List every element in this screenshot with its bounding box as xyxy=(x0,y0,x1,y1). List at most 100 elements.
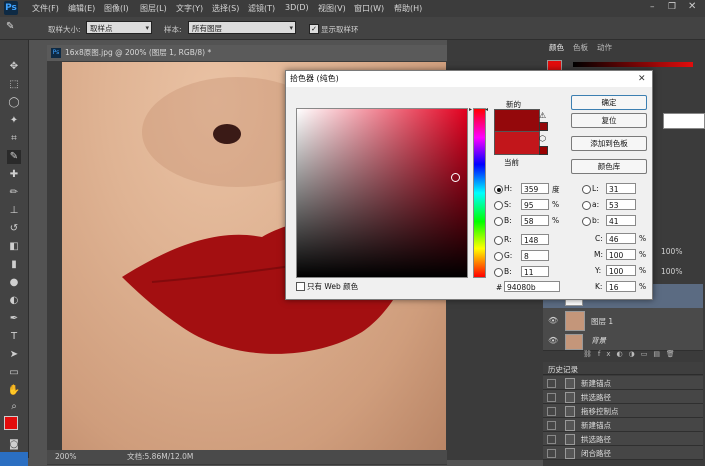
document-tab[interactable]: Ps 16x8原图.jpg @ 200% (图层 1, RGB/8) * xyxy=(47,45,447,61)
menu-window[interactable]: 窗口(W) xyxy=(354,3,384,14)
restore-icon[interactable]: ❐ xyxy=(668,2,676,12)
eraser-tool-icon[interactable]: ◧ xyxy=(7,240,21,254)
radio-l[interactable] xyxy=(582,185,591,194)
minimize-icon[interactable]: – xyxy=(650,2,655,12)
input-h[interactable]: 359 xyxy=(521,183,549,194)
input-c[interactable]: 46 xyxy=(606,233,636,244)
color-libraries-button[interactable]: 颜色库 xyxy=(571,159,647,174)
saturation-brightness-field[interactable] xyxy=(296,108,468,278)
input-l[interactable]: 31 xyxy=(606,183,636,194)
layer-row-background[interactable]: 👁 背景 xyxy=(543,332,703,351)
color-cursor[interactable] xyxy=(451,173,460,182)
clone-stamp-tool-icon[interactable]: ⊥ xyxy=(7,204,21,218)
web-safe-swatch[interactable] xyxy=(539,146,548,155)
close-icon[interactable]: ✕ xyxy=(688,1,696,12)
dodge-tool-icon[interactable]: ◐ xyxy=(7,294,21,308)
eyedropper-tool-icon[interactable]: ✎ xyxy=(7,150,21,164)
visibility-eye-icon[interactable]: 👁 xyxy=(548,316,558,325)
history-checkbox[interactable] xyxy=(547,407,556,416)
doc-size-info[interactable]: 文档:5.86M/12.0M xyxy=(127,450,193,464)
hand-tool-icon[interactable]: ✋ xyxy=(7,384,21,398)
radio-a[interactable] xyxy=(582,201,591,210)
history-item[interactable]: 新建锚点 xyxy=(543,376,703,390)
reset-button[interactable]: 复位 xyxy=(571,113,647,128)
layer-actions-bar[interactable]: ⛓fx◐◑▭▤🗑 xyxy=(583,350,703,360)
input-m[interactable]: 100 xyxy=(606,249,636,260)
lasso-tool-icon[interactable]: ◯ xyxy=(7,96,21,110)
web-only-checkbox[interactable] xyxy=(296,282,305,291)
radio-h[interactable] xyxy=(494,185,503,194)
radio-r[interactable] xyxy=(494,236,503,245)
hue-right-arrow-icon[interactable]: ◂ xyxy=(485,106,488,113)
marquee-tool-icon[interactable]: ⬚ xyxy=(7,78,21,92)
history-item[interactable]: 拱选路径 xyxy=(543,432,703,446)
history-tab[interactable]: 历史记录 xyxy=(548,364,578,375)
radio-lab-b[interactable] xyxy=(582,217,591,226)
hue-left-arrow-icon[interactable]: ▸ xyxy=(469,106,472,113)
web-safe-cube-icon[interactable]: ⬡ xyxy=(539,134,546,143)
history-checkbox[interactable] xyxy=(547,435,556,444)
history-item[interactable]: 拖移控制点 xyxy=(543,404,703,418)
history-item[interactable]: 拱选路径 xyxy=(543,390,703,404)
sample-size-select[interactable]: 取样点 xyxy=(86,21,152,35)
current-color-swatch[interactable] xyxy=(494,131,540,155)
hue-slider[interactable]: ▸ ◂ xyxy=(469,106,488,278)
menu-view[interactable]: 视图(V) xyxy=(318,3,346,14)
menu-image[interactable]: 图像(I) xyxy=(104,3,129,14)
menu-filter[interactable]: 滤镜(T) xyxy=(248,3,275,14)
quick-select-tool-icon[interactable]: ✦ xyxy=(7,114,21,128)
radio-blue[interactable] xyxy=(494,268,503,277)
hex-input[interactable]: 94080b xyxy=(504,281,560,292)
history-checkbox[interactable] xyxy=(547,393,556,402)
input-k[interactable]: 16 xyxy=(606,281,636,292)
input-s[interactable]: 95 xyxy=(521,199,549,210)
eyedropper-icon[interactable]: ✎ xyxy=(6,21,14,32)
layers-fill[interactable]: 100% xyxy=(661,267,682,276)
visibility-eye-icon[interactable]: 👁 xyxy=(548,336,558,345)
input-g[interactable]: 8 xyxy=(521,250,549,261)
color-slider[interactable] xyxy=(573,62,693,67)
history-checkbox[interactable] xyxy=(547,449,556,458)
pen-tool-icon[interactable]: ✒ xyxy=(7,312,21,326)
history-item[interactable]: 新建锚点 xyxy=(543,418,703,432)
input-b[interactable]: 58 xyxy=(521,215,549,226)
radio-g[interactable] xyxy=(494,252,503,261)
menu-file[interactable]: 文件(F) xyxy=(32,3,59,14)
show-ring-checkbox[interactable]: ✓ xyxy=(309,24,319,34)
type-tool-icon[interactable]: T xyxy=(7,330,21,344)
menu-select[interactable]: 选择(S) xyxy=(212,3,239,14)
brush-tool-icon[interactable]: ✏ xyxy=(7,186,21,200)
blur-tool-icon[interactable]: ● xyxy=(7,276,21,290)
menu-edit[interactable]: 编辑(E) xyxy=(68,3,95,14)
crop-tool-icon[interactable]: ⌗ xyxy=(7,132,21,146)
tab-actions[interactable]: 动作 xyxy=(597,42,612,53)
healing-brush-tool-icon[interactable]: ✚ xyxy=(7,168,21,182)
zoom-tool-icon[interactable]: ⌕ xyxy=(7,400,21,414)
color-ramp[interactable] xyxy=(663,113,705,129)
radio-s[interactable] xyxy=(494,201,503,210)
layers-opacity[interactable]: 100% xyxy=(661,247,682,256)
input-r[interactable]: 148 xyxy=(521,234,549,245)
input-a[interactable]: 53 xyxy=(606,199,636,210)
history-checkbox[interactable] xyxy=(547,421,556,430)
history-brush-tool-icon[interactable]: ↺ xyxy=(7,222,21,236)
menu-layer[interactable]: 图层(L) xyxy=(140,3,167,14)
gamut-warning-swatch[interactable] xyxy=(539,122,548,131)
layer-row[interactable]: 👁 图层 1 xyxy=(543,308,703,333)
move-tool-icon[interactable]: ✥ xyxy=(7,60,21,74)
close-icon[interactable]: ✕ xyxy=(638,71,646,87)
menu-3d[interactable]: 3D(D) xyxy=(285,3,309,12)
tab-swatches[interactable]: 色板 xyxy=(573,42,588,53)
history-item[interactable]: 闭合路径 xyxy=(543,446,703,460)
menu-help[interactable]: 帮助(H) xyxy=(394,3,422,14)
menu-type[interactable]: 文字(Y) xyxy=(176,3,203,14)
tab-color[interactable]: 颜色 xyxy=(549,42,564,53)
input-blue[interactable]: 11 xyxy=(521,266,549,277)
sample-select[interactable]: 所有图层 xyxy=(188,21,296,35)
shape-tool-icon[interactable]: ▭ xyxy=(7,366,21,380)
radio-b[interactable] xyxy=(494,217,503,226)
gamut-warning-icon[interactable]: ⚠ xyxy=(539,111,546,120)
input-y[interactable]: 100 xyxy=(606,265,636,276)
input-lab-b[interactable]: 41 xyxy=(606,215,636,226)
foreground-color-swatch[interactable] xyxy=(4,416,18,430)
